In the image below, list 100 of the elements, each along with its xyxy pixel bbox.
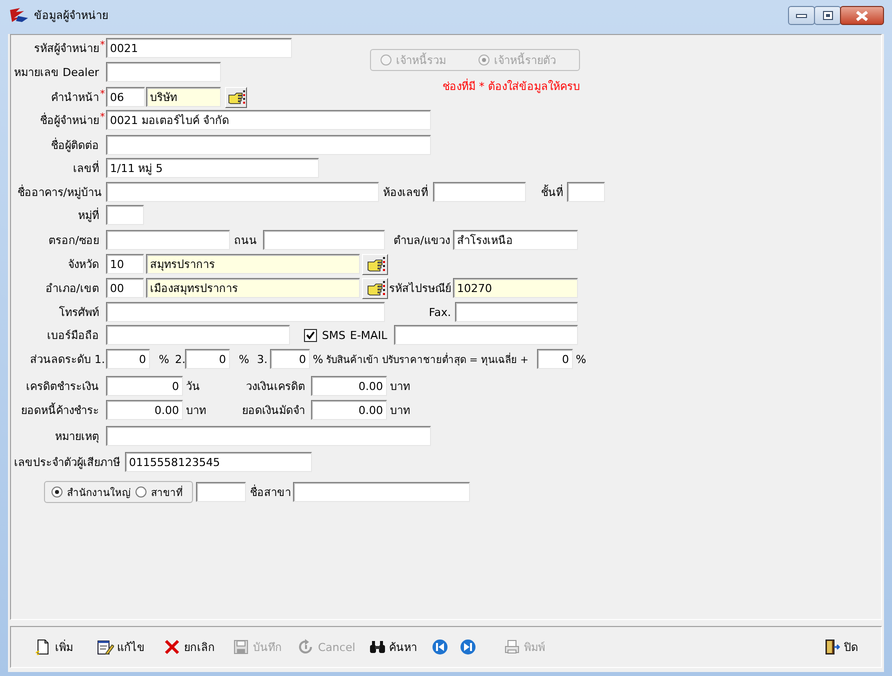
field-label: E-MAIL: [350, 328, 388, 342]
text-field[interactable]: [106, 135, 431, 155]
radio-label: สาขาที่: [151, 484, 183, 500]
lookup-button[interactable]: [225, 86, 247, 108]
window-title: ข้อมูลผู้จำหน่าย: [34, 8, 108, 24]
toolbar-button[interactable]: ปิด: [822, 636, 860, 658]
field-label: บาท: [186, 403, 207, 419]
pointing-hand-icon: [226, 89, 246, 105]
text-field[interactable]: เมืองสมุทรปราการ: [146, 278, 360, 298]
minimize-icon: [796, 14, 807, 18]
maximize-button[interactable]: [814, 6, 841, 25]
text-field[interactable]: [106, 205, 144, 225]
text-field[interactable]: 0115558123545: [125, 452, 312, 472]
field-label: หมายเหตุ: [54, 429, 100, 445]
field-label: %: [312, 352, 324, 366]
field-label: โทรศัพท์: [58, 305, 100, 321]
field-label: ตำบล/แขวง: [392, 233, 451, 249]
text-field[interactable]: 00: [106, 278, 144, 298]
radio-label: เจ้าหนี้รวม: [396, 52, 446, 69]
text-field[interactable]: 06: [106, 87, 145, 107]
toolbar-button[interactable]: เพิ่ม: [33, 636, 75, 658]
text-field[interactable]: บริษัท: [146, 87, 221, 107]
field-label: Fax.: [428, 306, 452, 318]
text-field[interactable]: 0.00: [311, 376, 387, 396]
text-field[interactable]: [106, 426, 431, 446]
text-field[interactable]: [394, 325, 578, 345]
text-field[interactable]: สมุทรปราการ: [146, 254, 360, 274]
text-field[interactable]: 10270: [453, 278, 578, 298]
field-label: %: [238, 352, 250, 366]
field-label: จังหวัด: [67, 257, 100, 273]
text-field[interactable]: [106, 230, 230, 250]
checkbox[interactable]: [304, 328, 317, 342]
field-label: ยอดเงินมัดจำ: [241, 403, 306, 419]
text-field[interactable]: [293, 482, 470, 502]
field-label: ยอดหนี้ค้างชำระ: [20, 402, 100, 419]
field-label: %: [574, 352, 588, 366]
field-label: ถนน: [233, 233, 258, 249]
close-button[interactable]: [840, 6, 884, 25]
text-field[interactable]: [106, 325, 290, 345]
field-label: รหัสไปรษณีย์: [388, 281, 452, 297]
toolbar-button[interactable]: ยกเลิก: [162, 636, 217, 658]
radio-label: เจ้าหนี้รายตัว: [494, 52, 556, 69]
field-label: ชื่ออาคาร/หมู่บ้าน: [16, 184, 103, 201]
text-field[interactable]: 0.00: [311, 400, 387, 420]
checkbox-label: SMS: [322, 328, 346, 342]
radio-button[interactable]: [51, 486, 63, 498]
field-label: เบอร์มือถือ: [46, 328, 100, 344]
skip-forward-icon: [460, 639, 477, 655]
toolbar-button[interactable]: ค้นหา: [367, 636, 419, 658]
text-field[interactable]: [433, 182, 526, 202]
radio-button[interactable]: [135, 486, 147, 498]
field-label: ส่วนลดระดับ 1.: [29, 352, 106, 368]
text-field[interactable]: [263, 230, 385, 250]
text-field[interactable]: 10: [106, 254, 144, 274]
required-note: ช่องที่มี * ต้องใส่ข้อมูลให้ครบ: [442, 78, 580, 95]
field-label: 2.: [175, 352, 185, 366]
text-field[interactable]: [196, 482, 246, 502]
printer-icon: [504, 639, 521, 655]
field-label: ชื่อสาขา: [250, 484, 290, 501]
field-label: เลขที่: [72, 160, 100, 177]
field-label: หมู่ที่: [77, 206, 100, 224]
pointing-hand-icon: [364, 280, 386, 296]
text-field[interactable]: 0021 มอเตอร์ไบค์ จำกัด: [106, 110, 431, 130]
text-field[interactable]: [106, 302, 385, 322]
field-label: ห้องเลขที่: [382, 184, 429, 201]
field-label: คำนำหน้า*: [50, 88, 106, 106]
text-field[interactable]: [106, 62, 221, 82]
close-icon: [855, 10, 869, 20]
skip-back-icon: [432, 639, 449, 655]
text-field[interactable]: 0: [270, 349, 310, 369]
field-label: ตรอก/ซอย: [47, 233, 100, 249]
field-label: เครดิตชำระเงิน: [25, 379, 100, 395]
text-field[interactable]: [455, 302, 578, 322]
field-label: ชื่อผู้จำหน่าย*: [39, 111, 106, 129]
minimize-button[interactable]: [788, 6, 815, 25]
text-field[interactable]: 0021: [106, 38, 292, 58]
field-label: บาท: [390, 403, 411, 419]
field-label: รหัสผู้จำหน่าย*: [33, 39, 106, 57]
text-field[interactable]: [567, 182, 605, 202]
radio-label: สำนักงานใหญ่: [67, 486, 131, 500]
text-field[interactable]: 0: [106, 376, 183, 396]
field-label: ชั้นที่: [540, 184, 564, 201]
lookup-button[interactable]: [362, 254, 388, 274]
toolbar-button[interactable]: แก้ไข: [95, 636, 147, 658]
circular-arrow-icon: [298, 639, 315, 655]
text-field[interactable]: 1/11 หมู่ 5: [106, 158, 319, 178]
text-field[interactable]: 0: [185, 349, 230, 369]
lookup-button[interactable]: [362, 278, 388, 298]
field-label: หมายเลข Dealer: [13, 65, 100, 81]
text-field[interactable]: 0: [537, 349, 573, 369]
field-label: ชื่อผู้ติดต่อ: [50, 136, 100, 154]
text-field[interactable]: [106, 182, 379, 202]
pointing-hand-icon: [364, 256, 386, 272]
maximize-icon: [822, 11, 832, 20]
text-field[interactable]: 0.00: [106, 400, 183, 420]
field-label: อำเภอ/เขต: [44, 281, 100, 297]
field-label: บาท: [390, 379, 411, 395]
text-field[interactable]: 0: [106, 349, 150, 369]
text-field[interactable]: สำโรงเหนือ: [453, 230, 578, 250]
field-label: เลขประจำตัวผู้เสียภาษี: [13, 455, 121, 471]
